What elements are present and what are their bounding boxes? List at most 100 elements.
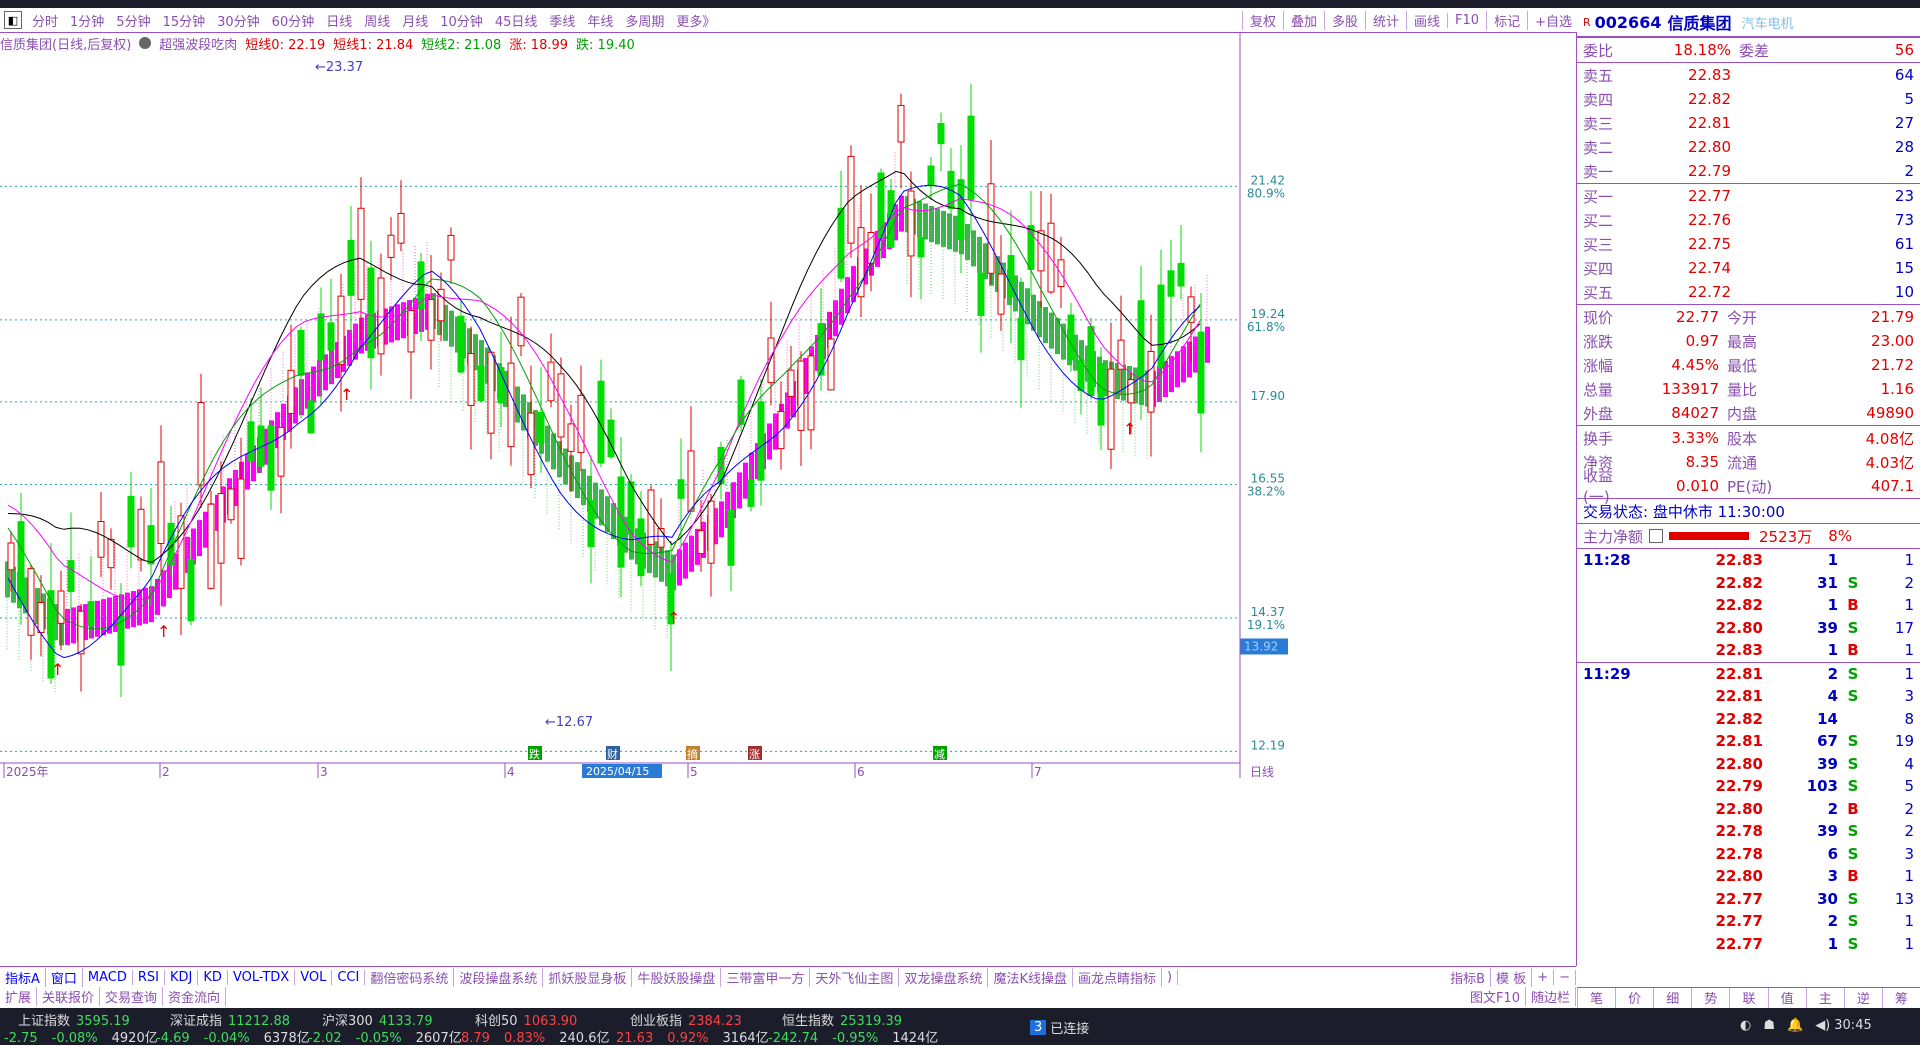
candle-body	[1197, 332, 1205, 414]
extended-tab-right[interactable]: 图文F10	[1465, 986, 1526, 1006]
indicator-tab[interactable]: 指标A	[0, 967, 46, 987]
quote-panel-tab[interactable]: 值	[1767, 988, 1806, 1008]
indicator-tab[interactable]: MACD	[83, 969, 133, 985]
quote-panel-tab[interactable]: 价	[1615, 988, 1653, 1008]
quote-panel-tab[interactable]: 笔	[1577, 988, 1615, 1008]
indicator-tab[interactable]: 抓妖股显身板	[543, 967, 633, 987]
layout-toggle-icon[interactable]: ◧	[4, 11, 22, 29]
indicator-tab[interactable]: VOL-TDX	[228, 969, 296, 985]
indicator-tab[interactable]: 魔法K线操盘	[988, 967, 1073, 987]
tick-flag: S	[1847, 732, 1859, 751]
period-tab[interactable]: 45日线	[489, 11, 544, 30]
tick-price: 22.77	[1715, 912, 1763, 931]
period-tab[interactable]: 更多》	[670, 11, 721, 30]
order-ratio-value: 18.18%	[1673, 41, 1731, 59]
order-price: 22.79	[1688, 162, 1731, 180]
indicator-tab-right[interactable]: +	[1532, 969, 1555, 985]
order-price: 22.81	[1688, 114, 1731, 132]
kline-chart-svg[interactable]: 21.4280.9% 19.2461.8% 17.90 16.5538.2% 14.37…	[0, 33, 1576, 966]
period-tab[interactable]: 季线	[543, 11, 581, 30]
toolbar-button[interactable]: 叠加	[1282, 10, 1324, 30]
stock-sector[interactable]: 汽车电机	[1741, 13, 1793, 32]
quote-panel-tab[interactable]: 势	[1691, 988, 1729, 1008]
period-tab[interactable]: 1分钟	[64, 11, 110, 30]
candle-body	[27, 568, 35, 636]
quote-panel-tab[interactable]: 联	[1729, 988, 1767, 1008]
period-tab[interactable]: 60分钟	[266, 11, 321, 30]
indicator-tab[interactable]: 窗口	[46, 967, 83, 987]
tick-volume: 14	[1817, 709, 1838, 728]
index-pct: -0.95%	[832, 1031, 879, 1046]
event-mark: 跌	[529, 747, 540, 761]
period-tab[interactable]: 15分钟	[157, 11, 212, 30]
high-price-marker: ←23.37	[315, 60, 363, 75]
indicator-tab-right[interactable]: 指标B	[1445, 967, 1492, 987]
quote-value: 133917	[1661, 380, 1719, 398]
toolbar-button[interactable]: 多股	[1323, 10, 1365, 30]
order-book-row: 买四 22.74 15	[1577, 256, 1920, 280]
person-icon[interactable]: ☗	[1763, 1018, 1775, 1033]
toolbar-button[interactable]: +自选	[1527, 10, 1579, 30]
tick-flag: B	[1847, 641, 1859, 660]
period-tab[interactable]: 年线	[581, 11, 619, 30]
quote-label: 外盘	[1583, 404, 1614, 423]
indicator-tab[interactable]: 三带富甲一方	[721, 967, 811, 987]
extended-tab[interactable]: 关联报价	[37, 986, 101, 1006]
quote-panel-tab[interactable]: 筹	[1881, 988, 1920, 1008]
period-tab[interactable]: 多周期	[619, 11, 670, 30]
indicator-tab[interactable]: VOL	[295, 969, 333, 985]
bell-icon[interactable]: 🔔	[1787, 1018, 1803, 1033]
quote-panel-tab[interactable]: 主	[1805, 988, 1844, 1008]
extended-tab[interactable]: 扩展	[0, 986, 38, 1006]
period-tab[interactable]: 5分钟	[110, 11, 156, 30]
toolbar-button[interactable]: 复权	[1241, 10, 1283, 30]
period-tab[interactable]: 日线	[320, 11, 358, 30]
index-pct: 0.92%	[667, 1031, 709, 1046]
quote-label: 换手	[1583, 429, 1614, 448]
extended-tab[interactable]: 资金流向	[163, 986, 227, 1006]
indicator-tab[interactable]: 天外飞仙主图	[810, 967, 900, 987]
toolbar-button[interactable]: 画线	[1406, 10, 1447, 30]
main-fund-bar	[1669, 532, 1750, 540]
candle-body	[127, 495, 135, 548]
indicator-tab[interactable]: 牛股妖股操盘	[632, 967, 722, 987]
toolbar-button[interactable]: F10	[1447, 12, 1486, 28]
candle-body	[217, 493, 225, 564]
tick-row: 22.78 6 S 3	[1577, 843, 1920, 866]
candle-body	[997, 273, 1005, 315]
settings-icon[interactable]: ◐	[1740, 1018, 1751, 1033]
candle-body	[867, 231, 875, 264]
candle-body	[307, 400, 315, 434]
tick-count: 2	[1904, 573, 1914, 592]
volume-icon[interactable]: ◀)	[1815, 1018, 1830, 1033]
quote-value: 84027	[1671, 404, 1719, 422]
period-tab[interactable]: 周线	[358, 11, 396, 30]
indicator-tab-right[interactable]: 模 板	[1491, 967, 1533, 987]
period-tab[interactable]: 30分钟	[211, 11, 266, 30]
index-change: -2.75 -0.08% 4920亿	[4, 1027, 172, 1046]
indicator-tab-right[interactable]: −	[1554, 969, 1576, 985]
main-fund-menu-icon[interactable]	[1649, 529, 1664, 543]
toolbar-button[interactable]: 统计	[1365, 10, 1406, 30]
indicator-tab[interactable]: 翻倍密码系统	[365, 967, 455, 987]
period-tab[interactable]: 分时	[26, 11, 64, 30]
extended-tab[interactable]: 交易查询	[100, 986, 164, 1006]
quote-panel-tab[interactable]: 逆	[1843, 988, 1882, 1008]
extended-tab-right[interactable]: 随边栏	[1526, 986, 1576, 1006]
candle-body	[967, 115, 975, 200]
period-tab[interactable]: 月线	[396, 11, 434, 30]
indicator-tab[interactable]: 双龙操盘系统	[899, 967, 989, 987]
indicator-tab[interactable]: RSI	[133, 969, 166, 985]
indicator-tab[interactable]: )	[1162, 969, 1179, 985]
period-tab[interactable]: 10分钟	[434, 11, 489, 30]
indicator-tab[interactable]: CCI	[332, 969, 366, 985]
indicator-tab[interactable]: 波段操盘系统	[454, 967, 544, 987]
quote-value: 22.77	[1676, 308, 1719, 326]
quote-panel-tab[interactable]: 细	[1653, 988, 1691, 1008]
indicator-tab[interactable]: 画龙点睛指标	[1073, 967, 1162, 987]
quote-label: 内盘	[1727, 404, 1758, 423]
kline-chart-area[interactable]: 21.42 80.9% 19.24 61.8% 17.90 16.55 38.2% 14.37…	[0, 33, 1577, 966]
indicator-tab[interactable]: KD	[198, 969, 228, 985]
toolbar-button[interactable]: 标记	[1486, 10, 1527, 30]
indicator-tab[interactable]: KDJ	[165, 969, 199, 985]
